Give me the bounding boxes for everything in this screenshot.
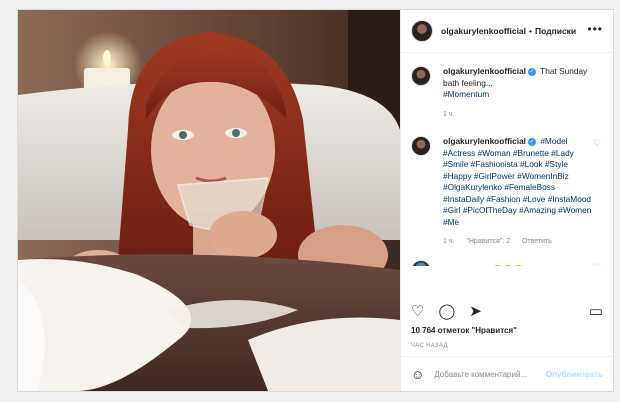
comment-body: albogransot 😍😍😍: [443, 264, 593, 266]
heart-icon[interactable]: ♡: [411, 304, 424, 319]
comment-hashtags[interactable]: #Model #Actress #Woman #Brunette #Lady #…: [443, 136, 591, 227]
header-username[interactable]: olgakurylenkoofficial: [441, 26, 526, 36]
more-icon[interactable]: •••: [587, 22, 603, 36]
avatar[interactable]: [411, 20, 433, 42]
likes-count[interactable]: 10 764 отметок "Нравится": [411, 326, 517, 335]
post-sidebar: olgakurylenkoofficial • Подписки ••• olg…: [400, 10, 613, 391]
reply-button[interactable]: Ответить: [522, 238, 552, 245]
comment-likes[interactable]: "Нравится": 2: [466, 238, 510, 245]
comment-heart-icon[interactable]: ♡: [593, 138, 601, 149]
post-time: ЧАС НАЗАД: [411, 343, 448, 349]
caption-hashtag[interactable]: #Momentum: [443, 89, 489, 99]
caption-meta: 1 ч.: [443, 109, 593, 121]
caption: olgakurylenkoofficial ✓ That Sunday bath …: [411, 66, 603, 120]
comment-heart-icon[interactable]: ♡: [593, 262, 601, 267]
comment-username[interactable]: albogransot: [443, 264, 490, 266]
verified-icon: ✓: [528, 67, 536, 76]
comment-body: olgakurylenkoofficial ✓ #Model #Actress #…: [443, 136, 593, 248]
separator-dot: •: [529, 26, 533, 36]
publish-button[interactable]: Опубликовать: [546, 370, 603, 379]
caption-time: 1 ч.: [443, 110, 455, 118]
caption-username[interactable]: olgakurylenkoofficial: [443, 66, 526, 76]
comment-icon[interactable]: ◯: [438, 304, 455, 319]
post-photo[interactable]: [18, 10, 400, 391]
comment-meta: 1 ч. "Нравится": 2 Ответить: [443, 236, 593, 248]
comment-input[interactable]: [434, 369, 545, 379]
comment-username[interactable]: olgakurylenkoofficial: [443, 136, 526, 146]
bookmark-icon[interactable]: ▭: [589, 304, 603, 319]
avatar[interactable]: [411, 66, 431, 86]
comment-item: olgakurylenkoofficial ✓ #Model #Actress #…: [411, 136, 603, 248]
comments-list: olgakurylenkoofficial ✓ That Sunday bath …: [401, 54, 613, 266]
emoji-icon[interactable]: ☺: [411, 367, 424, 382]
verified-icon: ✓: [528, 137, 536, 146]
caption-body: olgakurylenkoofficial ✓ That Sunday bath …: [443, 66, 593, 120]
avatar[interactable]: [411, 259, 431, 266]
post-container: olgakurylenkoofficial • Подписки ••• olg…: [17, 9, 614, 392]
comment-item: albogransot 😍😍😍 ♡: [411, 259, 603, 267]
post-header: olgakurylenkoofficial • Подписки •••: [401, 10, 613, 53]
add-comment-bar: ☺ Опубликовать: [401, 356, 613, 391]
photo-illustration: [18, 10, 400, 391]
avatar[interactable]: [411, 136, 431, 156]
share-icon[interactable]: ➤: [469, 304, 482, 319]
comment-text: 😍😍😍: [493, 264, 524, 266]
comment-time: 1 ч.: [443, 238, 455, 245]
following-button[interactable]: Подписки: [535, 26, 576, 36]
post-actions: ♡ ◯ ➤ ▭: [411, 300, 603, 322]
